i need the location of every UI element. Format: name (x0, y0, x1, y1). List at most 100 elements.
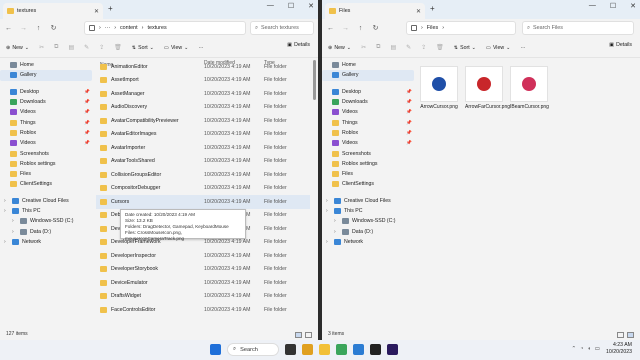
tiles-view-icon[interactable] (627, 332, 634, 338)
more-button[interactable]: ··· (520, 45, 525, 51)
copy-icon[interactable]: ⧉ (376, 44, 380, 51)
sidebar-item[interactable]: › Creative Cloud Files (322, 196, 414, 206)
sidebar-item[interactable]: ClientSettings (0, 179, 92, 189)
tiles-view-icon[interactable] (305, 332, 312, 338)
sidebar-item[interactable]: Things 📌 (0, 117, 92, 127)
clock[interactable]: 4:23 AM 10/20/2023 (606, 342, 632, 356)
sidebar-item[interactable]: Videos 📌 (322, 138, 414, 148)
premiere-icon[interactable] (387, 344, 398, 355)
minimize-button[interactable]: — (589, 2, 596, 10)
new-tab-button[interactable]: + (108, 4, 113, 13)
more-button[interactable]: ··· (198, 45, 203, 51)
widgets-icon[interactable] (302, 344, 313, 355)
table-row[interactable]: AssetImport 10/20/2023 4:19 AM File folder (96, 74, 310, 88)
address-path[interactable]: › ··· › content › textures (84, 21, 246, 35)
sidebar-item[interactable]: Desktop 📌 (0, 87, 92, 97)
sidebar-item[interactable]: › Windows-SSD (C:) (0, 216, 92, 226)
refresh-button[interactable]: ↻ (371, 24, 380, 32)
paste-icon[interactable]: ▤ (390, 44, 396, 51)
edge-icon[interactable] (353, 344, 364, 355)
table-row[interactable]: AvatarEditorImages 10/20/2023 4:19 AM File… (96, 128, 310, 142)
table-row[interactable]: CompositorDebugger 10/20/2023 4:19 AM File… (96, 182, 310, 196)
new-button[interactable]: ⊕ New ⌄ (328, 45, 351, 51)
table-row[interactable]: AvatarImporter 10/20/2023 4:19 AM File fol… (96, 141, 310, 155)
chevron-right-icon[interactable]: › (334, 229, 339, 235)
sidebar-item[interactable]: Videos 📌 (0, 107, 92, 117)
taskbar-search[interactable]: ⌕ Search (227, 343, 279, 356)
chrome-icon[interactable] (336, 344, 347, 355)
sidebar-item[interactable]: Desktop 📌 (322, 87, 414, 97)
sidebar-item[interactable]: › Network (0, 237, 92, 247)
sidebar-item[interactable]: Screenshots (322, 148, 414, 158)
sort-button[interactable]: ⇅ Sort ⌄ (454, 45, 476, 51)
close-window-button[interactable]: ✕ (630, 2, 636, 10)
delete-icon[interactable]: 🗑 (436, 44, 444, 51)
table-row[interactable]: AvatarCompatibilityPreviewer 10/20/2023 4… (96, 114, 310, 128)
address-path[interactable]: › Files › (406, 21, 516, 35)
share-icon[interactable]: ⇪ (421, 44, 426, 51)
maximize-button[interactable]: ☐ (288, 2, 294, 10)
table-row[interactable]: Cursors 10/20/2023 4:19 AM File folder (96, 195, 310, 209)
sidebar-item[interactable]: Files (0, 169, 92, 179)
table-row[interactable]: CollisionGroupsEditor 10/20/2023 4:19 AM F… (96, 168, 310, 182)
table-row[interactable]: DeveloperInspector 10/20/2023 4:19 AM File… (96, 249, 310, 263)
sidebar-item[interactable]: Roblox settings (322, 159, 414, 169)
back-button[interactable]: ← (4, 25, 13, 32)
sidebar-item[interactable]: › Creative Cloud Files (0, 196, 92, 206)
sidebar-item[interactable]: Roblox settings (0, 159, 92, 169)
file-tile[interactable]: ArrowFarCursor.png (465, 66, 510, 110)
sidebar-item[interactable]: › This PC (0, 206, 92, 216)
search-input[interactable]: ⌕ Search Files (522, 21, 634, 35)
close-tab-icon[interactable]: ✕ (94, 8, 99, 15)
sidebar-item[interactable]: › Windows-SSD (C:) (322, 216, 414, 226)
forward-button[interactable]: → (341, 25, 350, 32)
delete-icon[interactable]: 🗑 (114, 44, 122, 51)
table-row[interactable]: DraftsWidget 10/20/2023 4:19 AM File folde… (96, 290, 310, 304)
details-button[interactable]: ▣ Details (609, 42, 632, 48)
scrollbar[interactable] (313, 60, 316, 100)
sidebar-item[interactable]: ClientSettings (322, 179, 414, 189)
view-button[interactable]: ▭ View ⌄ (164, 45, 188, 51)
close-tab-icon[interactable]: ✕ (416, 8, 421, 15)
file-tile[interactable]: ArrowCursor.png (420, 66, 458, 110)
breadcrumb-content[interactable]: content (120, 25, 138, 31)
up-button[interactable]: ↑ (34, 25, 43, 32)
battery-icon[interactable]: ▭ (595, 346, 600, 352)
table-row[interactable]: AvatarToolsShared 10/20/2023 4:19 AM File … (96, 155, 310, 169)
details-view-icon[interactable] (295, 332, 302, 338)
new-button[interactable]: ⊕ New ⌄ (6, 45, 29, 51)
sidebar-item[interactable]: Home (0, 60, 92, 70)
sidebar-item[interactable]: Downloads 📌 (0, 97, 92, 107)
sidebar-item[interactable]: › Network (322, 237, 414, 247)
sidebar-item[interactable]: Gallery (322, 70, 414, 81)
refresh-button[interactable]: ↻ (49, 24, 58, 32)
details-view-icon[interactable] (617, 332, 624, 338)
tab-files[interactable]: Files ✕ (325, 3, 425, 19)
start-icon[interactable] (210, 344, 221, 355)
taskview-icon[interactable] (285, 344, 296, 355)
chevron-up-icon[interactable]: ⌃ (572, 346, 577, 352)
cut-icon[interactable]: ✂ (361, 44, 366, 51)
wifi-icon[interactable]: ◔ (580, 346, 583, 352)
rename-icon[interactable]: ✎ (84, 44, 89, 51)
sidebar-item[interactable]: Roblox 📌 (322, 128, 414, 138)
roblox-icon[interactable] (370, 344, 381, 355)
chevron-right-icon[interactable]: › (12, 218, 17, 224)
sidebar-item[interactable]: Roblox 📌 (0, 128, 92, 138)
chevron-right-icon[interactable]: › (326, 239, 331, 245)
sidebar-item[interactable]: › Data (D:) (322, 226, 414, 236)
sidebar-item[interactable]: Downloads 📌 (322, 97, 414, 107)
sidebar-item[interactable]: Screenshots (0, 148, 92, 158)
back-button[interactable]: ← (326, 25, 335, 32)
sidebar-item[interactable]: Gallery (0, 70, 92, 81)
sidebar-item[interactable]: Files (322, 169, 414, 179)
table-row[interactable]: AssetManager 10/20/2023 4:19 AM File folde… (96, 87, 310, 101)
details-button[interactable]: ▣ Details (287, 42, 310, 48)
maximize-button[interactable]: ☐ (610, 2, 616, 10)
close-window-button[interactable]: ✕ (308, 2, 314, 10)
sort-button[interactable]: ⇅ Sort ⌄ (132, 45, 154, 51)
sidebar-item[interactable]: Videos 📌 (322, 107, 414, 117)
chevron-right-icon[interactable]: › (326, 198, 331, 204)
sidebar-item[interactable]: Videos 📌 (0, 138, 92, 148)
chevron-right-icon[interactable]: › (4, 198, 9, 204)
